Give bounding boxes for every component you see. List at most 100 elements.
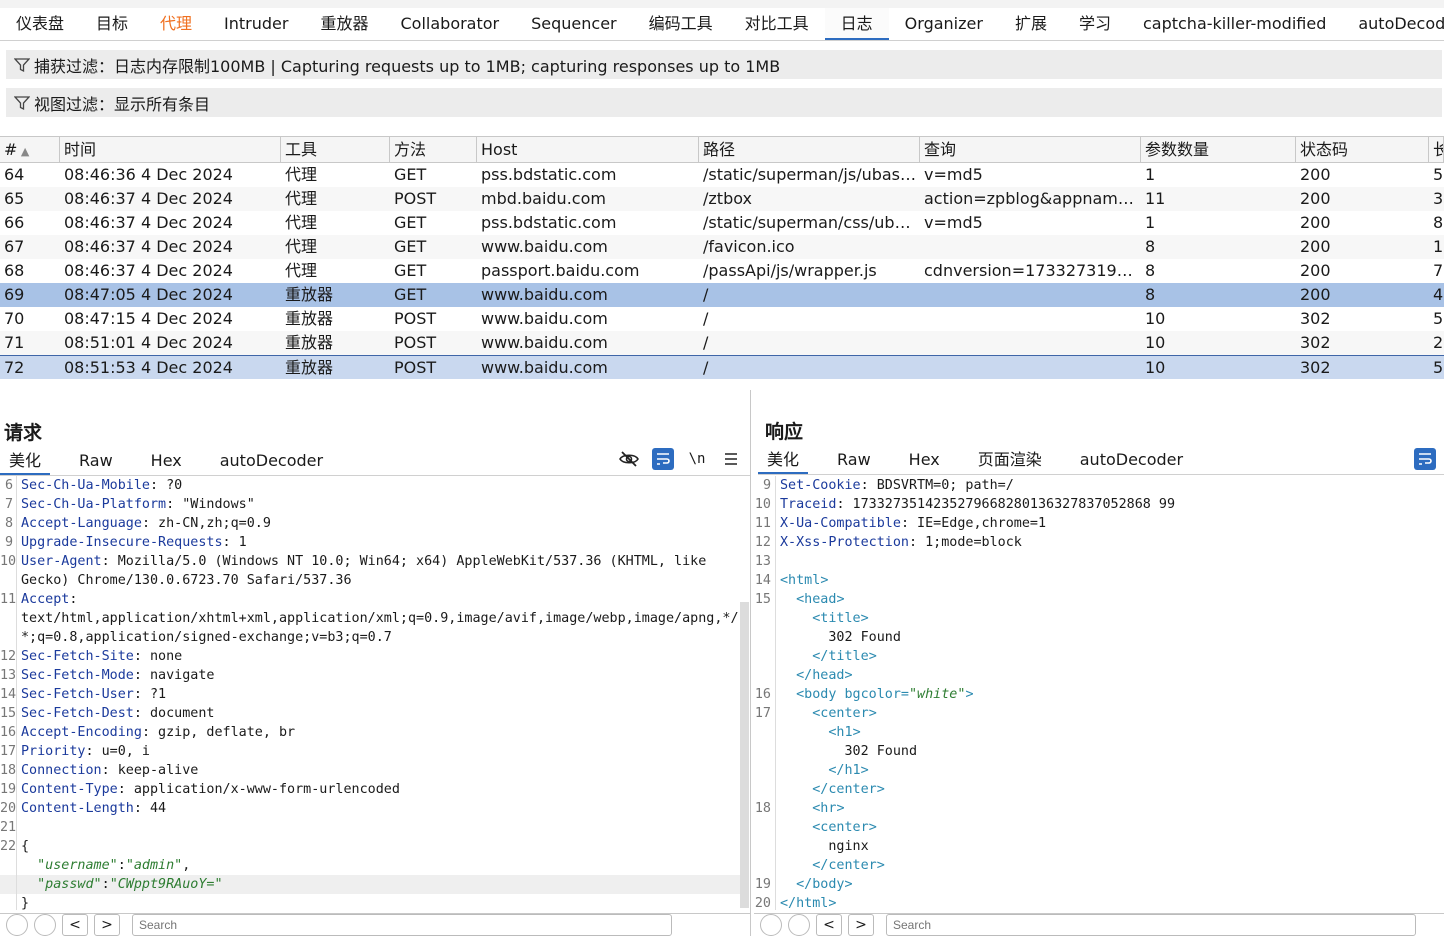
subtab[interactable]: autoDecoder (1071, 447, 1192, 474)
gear-icon[interactable] (788, 914, 810, 936)
column-header[interactable]: Host (477, 137, 699, 162)
line-number: 15 (0, 704, 17, 723)
main-tab[interactable]: 编码工具 (633, 8, 729, 40)
subtab[interactable]: Raw (70, 448, 122, 475)
prev-match-button[interactable]: < (816, 914, 842, 936)
main-tab[interactable]: 代理 (144, 8, 208, 40)
subtab[interactable]: 美化 (758, 447, 809, 474)
subtab[interactable]: autoDecoder (211, 448, 332, 475)
line-number: 6 (0, 476, 17, 495)
request-pane: 请求 美化 Raw Hex autoDecoder \n 6 Sec-Ch-Ua-Mob… (0, 390, 751, 936)
main-tab[interactable]: Intruder (208, 8, 304, 40)
column-header[interactable]: 状态码 (1296, 137, 1429, 162)
column-header-label: Host (481, 140, 518, 159)
table-row[interactable]: 72 08:51:53 4 Dec 2024 重放器 POST www.baidu.co… (0, 355, 1444, 379)
table-cell: v=md5 (924, 213, 983, 232)
table-row[interactable]: 65 08:46:37 4 Dec 2024 代理 POST mbd.baidu.com… (0, 187, 1444, 211)
line-number (754, 723, 776, 742)
table-cell: mbd.baidu.com (481, 189, 606, 208)
code-line: text/html,application/xhtml+xml,applicat… (0, 609, 740, 628)
column-header[interactable]: 长 (1429, 137, 1444, 162)
header-value: : 1733273514235279668280136327837052868 … (836, 497, 1176, 512)
menu-icon[interactable] (720, 448, 742, 470)
code-text: *;q=0.8,application/signed-exchange;v=b3… (17, 628, 392, 647)
table-row[interactable]: 64 08:46:36 4 Dec 2024 代理 GET pss.bdstatic.c… (0, 163, 1444, 187)
next-match-button[interactable]: > (94, 914, 120, 936)
header-name: Sec-Fetch-Dest (21, 706, 134, 721)
table-cell: GET (394, 165, 427, 184)
table-cell: 64 (4, 165, 25, 184)
subtab[interactable]: 页面渲染 (969, 447, 1051, 474)
main-tab[interactable]: Sequencer (515, 8, 633, 40)
table-row[interactable]: 70 08:47:15 4 Dec 2024 重放器 POST www.baidu.co… (0, 307, 1444, 331)
main-tab[interactable]: 重放器 (304, 8, 384, 40)
column-header[interactable]: 方法 (390, 137, 477, 162)
column-header[interactable]: 工具 (281, 137, 390, 162)
main-tab[interactable]: 学习 (1063, 8, 1127, 40)
table-cell: / (703, 333, 709, 352)
main-tab[interactable]: 仪表盘 (0, 8, 80, 40)
prev-match-button[interactable]: < (62, 914, 88, 936)
wrap-lines-icon[interactable] (652, 448, 674, 470)
line-number (754, 761, 776, 780)
main-tab[interactable]: Organizer (889, 8, 999, 40)
table-cell (920, 307, 1141, 331)
newline-icon[interactable]: \n (686, 448, 708, 470)
wrap-lines-icon[interactable] (1414, 448, 1436, 470)
code-text: Sec-Fetch-Mode: navigate (17, 666, 215, 685)
request-scrollbar[interactable] (740, 602, 749, 908)
table-cell: 08:47:15 4 Dec 2024 (64, 309, 233, 328)
subtab[interactable]: Hex (900, 447, 949, 474)
subtab[interactable]: Hex (142, 448, 191, 475)
header-name: Sec-Fetch-Mode (21, 668, 134, 683)
table-cell: 10 (1145, 333, 1166, 352)
table-row[interactable]: 69 08:47:05 4 Dec 2024 重放器 GET www.baidu.com… (0, 283, 1444, 307)
main-tab[interactable]: 扩展 (999, 8, 1063, 40)
code-line: 15 Sec-Fetch-Dest: document (0, 704, 740, 723)
main-tab[interactable]: autoDecoder (1342, 8, 1444, 40)
subtab[interactable]: 美化 (0, 448, 51, 475)
code-text: "passwd":"CWppt9RAuoY=" (17, 875, 222, 894)
help-icon[interactable] (760, 914, 782, 936)
table-row[interactable]: 66 08:46:37 4 Dec 2024 代理 GET pss.bdstatic.c… (0, 211, 1444, 235)
table-row[interactable]: 68 08:46:37 4 Dec 2024 代理 GET passport.baidu… (0, 259, 1444, 283)
subtab[interactable]: Raw (828, 447, 880, 474)
column-header[interactable]: 时间 (60, 137, 281, 162)
table-header: # ▲时间工具方法Host 路径查询参数数量状态码长 (0, 137, 1444, 163)
main-tab[interactable]: Collaborator (385, 8, 516, 40)
table-row[interactable]: 67 08:46:37 4 Dec 2024 代理 GET www.baidu.com /… (0, 235, 1444, 259)
line-number (0, 856, 17, 875)
response-editor[interactable]: 9 Set-Cookie: BDSVRTM=0; path=/10 Traceid:… (754, 476, 1444, 910)
column-header[interactable]: 路径 (699, 137, 920, 162)
code-line: 11 Accept: (0, 590, 740, 609)
gear-icon[interactable] (34, 914, 56, 936)
code-line: 13 (754, 552, 1444, 571)
help-icon[interactable] (6, 914, 28, 936)
view-filter-bar[interactable]: 视图过滤：显示所有条目 (6, 88, 1442, 117)
table-cell: 68 (4, 261, 25, 280)
response-search-input[interactable] (886, 914, 1416, 936)
column-header[interactable]: 查询 (920, 137, 1141, 162)
request-search-input[interactable] (132, 914, 672, 936)
code-text: <title> (776, 609, 868, 628)
code-text: </title> (776, 647, 877, 666)
code-text: Sec-Ch-Ua-Platform: "Windows" (17, 495, 255, 514)
capture-filter-bar[interactable]: 捕获过滤：日志内存限制100MB | Capturing requests up… (6, 50, 1442, 79)
table-cell: GET (394, 213, 427, 232)
table-row[interactable]: 71 08:51:01 4 Dec 2024 重放器 POST www.baidu.co… (0, 331, 1444, 355)
next-match-button[interactable]: > (848, 914, 874, 936)
code-content: <center> (812, 820, 877, 835)
header-value: : IE=Edge,chrome=1 (900, 516, 1047, 531)
main-tab[interactable]: 对比工具 (729, 8, 825, 40)
main-tab[interactable]: 日志 (824, 8, 889, 40)
main-tab[interactable]: captcha-killer-modified (1127, 8, 1342, 40)
main-tab[interactable]: 目标 (80, 8, 144, 40)
hide-eye-icon[interactable] (618, 448, 640, 470)
column-header[interactable]: # ▲ (0, 137, 60, 162)
code-line: 19 </body> (754, 875, 1444, 894)
table-cell: v=md5 (924, 165, 983, 184)
code-text: Content-Type: application/x-www-form-url… (17, 780, 400, 799)
column-header[interactable]: 参数数量 (1141, 137, 1296, 162)
request-editor[interactable]: 6 Sec-Ch-Ua-Mobile: ?0 7 Sec-Ch-Ua-Platform… (0, 476, 740, 910)
